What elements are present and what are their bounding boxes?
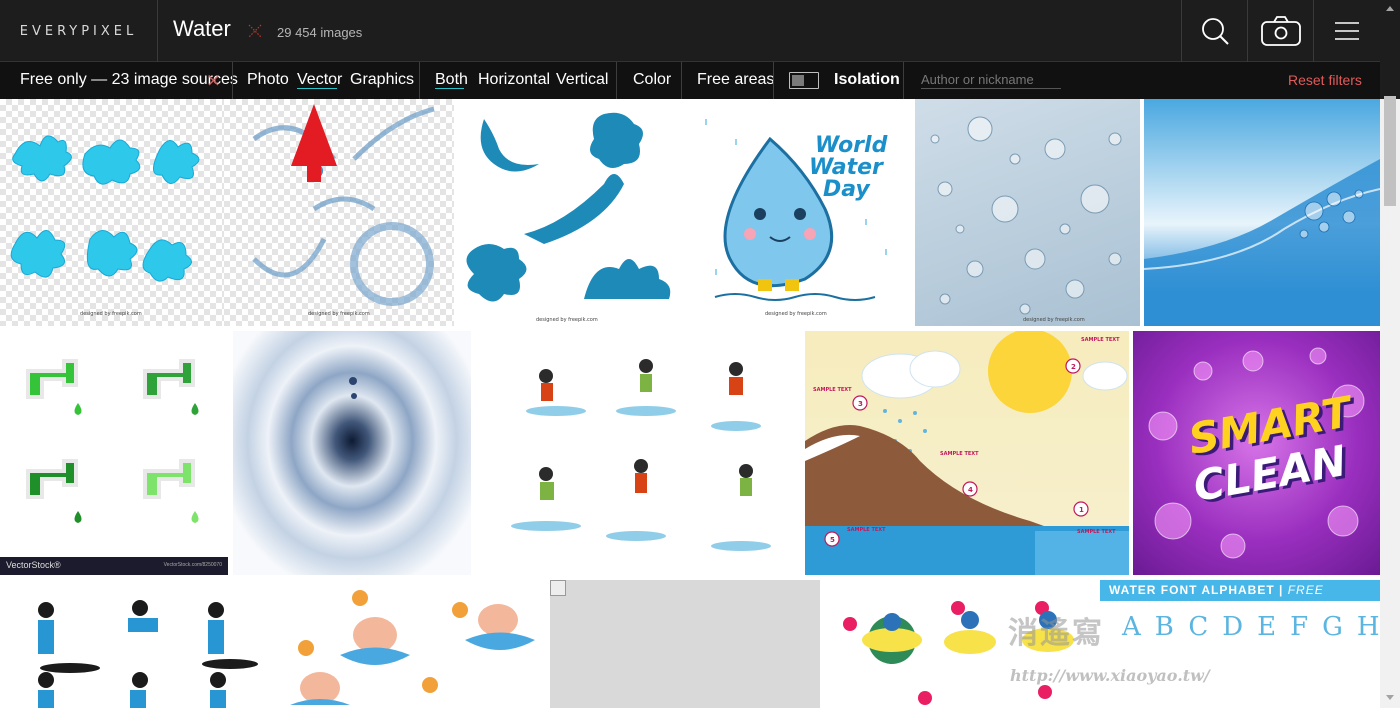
result-tile[interactable]: SAMPLE TEXT SAMPLE TEXT SAMPLE TEXT SAMP… [805, 331, 1129, 575]
image-search-button[interactable] [1247, 0, 1313, 62]
result-tile[interactable] [0, 580, 270, 708]
result-tile[interactable]: World Water Day designed by freepik.com [685, 99, 915, 326]
alphabet-banner: WATER FONT ALPHABET | FREE VECTOR [1100, 580, 1380, 618]
result-tile[interactable]: WATER FONT ALPHABET | FREE VECTOR ABCDEF… [1100, 580, 1380, 708]
blue-splash-shapes-image [466, 112, 671, 302]
divider [903, 62, 904, 99]
blue-wave-image [1144, 159, 1380, 326]
type-photo[interactable]: Photo [247, 62, 289, 99]
orientation-both[interactable]: Both [435, 62, 468, 99]
water-splash-image [10, 135, 200, 282]
type-vector[interactable]: Vector [297, 62, 342, 99]
orientation-vertical[interactable]: Vertical [556, 62, 608, 99]
result-tile[interactable] [1144, 99, 1380, 326]
diagram-step: 4 [968, 486, 973, 494]
credit-text: designed by freepik.com [80, 311, 142, 317]
site-watermark: 消遙寫 [1008, 616, 1104, 651]
result-count: 29 454 images [277, 25, 363, 40]
result-tile[interactable] [233, 331, 471, 575]
color-filter[interactable]: Color [633, 62, 671, 99]
page-scrollbar[interactable] [1380, 0, 1400, 708]
vectorstock-banner: VectorStock® VectorStock.com/8250070 [0, 557, 228, 575]
result-tile[interactable]: designed by freepik.com [454, 99, 685, 326]
scroll-down-arrow-icon[interactable] [1386, 695, 1394, 700]
isolation-label: Isolation [834, 71, 900, 88]
diagram-step: 1 [1079, 506, 1084, 514]
diagram-step: 3 [858, 400, 863, 408]
diagram-step: 5 [830, 536, 835, 544]
diagram-label: SAMPLE TEXT [940, 451, 979, 457]
type-graphics[interactable]: Graphics [350, 62, 414, 99]
clear-query-icon[interactable] [246, 22, 264, 40]
alphabet-title: WATER FONT ALPHABET [1109, 583, 1275, 597]
scrollbar-thumb[interactable] [1384, 96, 1396, 206]
result-tile[interactable]: designed by freepik.com [0, 99, 224, 326]
transparent-water-splash-image [252, 106, 435, 306]
result-tile[interactable] [471, 331, 805, 575]
remove-free-filter-icon[interactable] [208, 75, 219, 86]
annotation-arrow-icon [291, 104, 337, 182]
water-drops-image [930, 116, 1122, 315]
credit-text: VectorStock.com/8250070 [163, 562, 222, 568]
water-font-letters: ABCDEFGHIJKLMNO [1122, 612, 1380, 642]
kids-splashing-image [511, 359, 771, 551]
diagram-label: SAMPLE TEXT [813, 387, 852, 393]
isolation-toggle[interactable] [789, 72, 819, 89]
reset-filters-link[interactable]: Reset filters [1288, 62, 1362, 99]
credit-text: designed by freepik.com [308, 311, 370, 317]
camera-icon [1260, 16, 1301, 46]
credit-text: designed by freepik.com [536, 317, 598, 323]
orientation-horizontal[interactable]: Horizontal [478, 62, 550, 99]
free-areas-filter[interactable]: Free areas [697, 62, 774, 99]
result-tile[interactable]: designed by freepik.com [915, 99, 1140, 326]
diagram-label: SAMPLE TEXT [847, 527, 886, 533]
result-tile[interactable]: VectorStock® VectorStock.com/8250070 [0, 331, 228, 575]
menu-button[interactable] [1313, 0, 1379, 62]
logo-text: EVERYPIXEL [19, 23, 138, 39]
active-type-indicator [297, 88, 337, 89]
green-faucet-icons-image [26, 359, 199, 523]
active-orientation-indicator [435, 88, 464, 89]
author-input[interactable] [921, 70, 1061, 89]
divider [616, 62, 617, 99]
scrollbar-header-strip [1380, 0, 1400, 99]
credit-text: designed by freepik.com [1023, 317, 1085, 323]
world-water-day-title: World Water Day [809, 133, 888, 202]
top-header: EVERYPIXEL Water 29 454 images [0, 0, 1400, 62]
diagram-step: 2 [1071, 363, 1076, 371]
search-button[interactable] [1181, 0, 1247, 62]
divider [419, 62, 420, 99]
result-tile[interactable]: designed by freepik.com [224, 99, 454, 326]
divider [773, 62, 774, 99]
site-watermark-url: http://www.xiaoyao.tw/ [1010, 666, 1210, 685]
everypixel-logo[interactable]: EVERYPIXEL [0, 0, 158, 62]
broken-image-tile[interactable] [550, 580, 820, 708]
water-ripple-image [349, 377, 357, 399]
scroll-up-arrow-icon[interactable] [1386, 6, 1394, 11]
result-tile[interactable] [270, 580, 550, 708]
broken-image-icon [550, 580, 566, 596]
menu-icon [1334, 22, 1359, 40]
credit-text: designed by freepik.com [765, 311, 827, 317]
search-query[interactable]: Water [173, 16, 231, 42]
wakeboarders-image [38, 600, 258, 708]
vectorstock-brand: VectorStock® [6, 560, 61, 570]
divider [232, 62, 233, 99]
divider [681, 62, 682, 99]
result-tile[interactable]: SMART CLEAN [1133, 331, 1380, 575]
diagram-label: SAMPLE TEXT [1081, 337, 1120, 343]
water-polo-players-image [290, 590, 535, 705]
diagram-label: SAMPLE TEXT [1077, 529, 1116, 535]
search-icon [1201, 18, 1229, 45]
free-only-filter[interactable]: Free only — 23 image sources [20, 62, 238, 99]
